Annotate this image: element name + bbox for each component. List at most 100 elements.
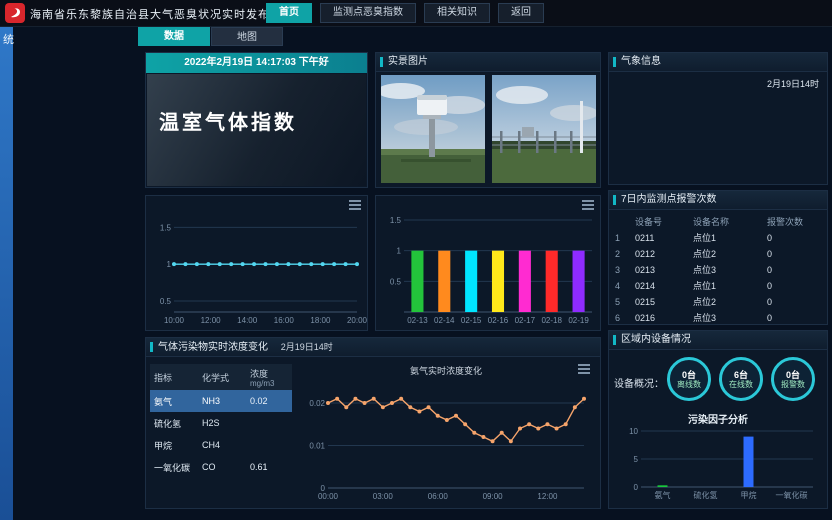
alarm-row-count: 0 [767,230,823,246]
svg-text:5: 5 [634,455,639,464]
gas-panel-date: 2月19日14时 [281,342,333,352]
svg-text:02-14: 02-14 [434,316,455,325]
offline-count-label: 离线数 [677,380,701,389]
device-rings: 0台 离线数 6台 在线数 0台 报警数 [667,357,815,401]
top-bar: 海南省乐东黎族自治县大气恶臭状况实时发布系统 首页 监测点恶臭指数 相关知识 返… [0,0,832,27]
svg-text:02-18: 02-18 [541,316,562,325]
devices-panel-title: 区域内设备情况 [621,334,691,345]
gas-name: 甲烷 [150,439,198,452]
alarm-row-name: 点位1 [693,278,767,294]
gas-col-value: 浓度 mg/m3 [246,367,292,388]
alarm-count-ring: 0台 报警数 [771,357,815,401]
online-count-label: 在线数 [729,380,753,389]
photos-panel-title: 实景图片 [388,56,428,67]
svg-text:02-15: 02-15 [461,316,482,325]
alarm-row-idx: 6 [615,310,635,326]
gas-row-ch4[interactable]: 甲烷 CH4 [150,434,292,456]
alarm-count-label: 报警数 [781,380,805,389]
weather-date: 2月19日14时 [767,77,819,90]
gas-formula: H2S [198,418,246,428]
svg-text:18:00: 18:00 [310,316,331,325]
alarm-row-device: 0216 [635,310,693,326]
alarm-row-name: 点位3 [693,310,767,326]
alarm-row-name: 点位3 [693,262,767,278]
alarm-row-count: 0 [767,278,823,294]
alarm-col-blank [615,214,635,230]
factor-analysis-title: 污染因子分析 [609,411,827,426]
gas-col-value-label: 浓度 [250,369,268,379]
alarm-row-device: 0213 [635,262,693,278]
gas-col-name: 指标 [150,371,198,384]
offline-count-value: 0台 [682,370,696,380]
index-line-chart: 0.511.510:0012:0014:0016:0018:0020:00 [146,210,367,328]
gas-name: 一氧化碳 [150,461,198,474]
greenhouse-banner: 温室气体指数 [147,74,366,186]
svg-text:06:00: 06:00 [428,492,449,501]
chart-toolbox-menu-icon[interactable] [582,200,594,210]
header-accent [380,57,383,67]
alarm-panel: 7日内监测点报警次数 设备号 设备名称 报警次数 1 0211 点位1 0 2 … [608,190,828,325]
header-accent [150,342,153,352]
alarm-col-count: 报警次数 [767,214,823,230]
site-photo-1 [381,75,485,183]
alarm-col-name: 设备名称 [693,214,767,230]
svg-text:03:00: 03:00 [373,492,394,501]
alarm-row-device: 0215 [635,294,693,310]
header-accent [613,335,616,345]
svg-text:10:00: 10:00 [164,316,185,325]
chart-toolbox-menu-icon[interactable] [578,364,590,374]
svg-text:氨气: 氨气 [655,490,671,500]
device-overview-label: 设备概况： [614,375,664,390]
svg-text:09:00: 09:00 [483,492,504,501]
gas-row-nh3[interactable]: 氨气 NH3 0.02 [150,390,292,412]
site-photo-2 [492,75,596,183]
offline-count-ring: 0台 离线数 [667,357,711,401]
svg-text:10: 10 [629,427,638,436]
nav-odor-index-button[interactable]: 监测点恶臭指数 [320,3,416,23]
svg-text:20:00: 20:00 [347,316,367,325]
alarm-row-idx: 5 [615,294,635,310]
gas-row-h2s[interactable]: 硫化氢 H2S [150,412,292,434]
alarm-row-name: 点位2 [693,246,767,262]
alarm-panel-header: 7日内监测点报警次数 [609,191,827,210]
svg-text:02-13: 02-13 [407,316,428,325]
svg-text:0.5: 0.5 [160,297,172,306]
alarm-table: 设备号 设备名称 报警次数 1 0211 点位1 0 2 0212 点位2 0 … [609,214,827,326]
svg-text:0: 0 [634,483,639,492]
index-bar-panel: 0.511.502-1302-1402-1502-1602-1702-1802-… [375,195,601,331]
nav-home-button[interactable]: 首页 [266,3,312,23]
online-count-ring: 6台 在线数 [719,357,763,401]
gas-row-co[interactable]: 一氧化碳 CO 0.61 [150,456,292,478]
alarm-row-count: 0 [767,262,823,278]
chart-toolbox-menu-icon[interactable] [349,200,361,210]
factor-bar-chart: 0510氨气硫化氢甲烷一氧化碳 [617,425,819,501]
svg-text:12:00: 12:00 [537,492,558,501]
nav-back-button[interactable]: 返回 [498,3,544,23]
svg-text:12:00: 12:00 [201,316,222,325]
gas-table: 指标 化学式 浓度 mg/m3 氨气 NH3 0.02 硫化氢 H2S 甲烷 C… [150,364,292,478]
devices-panel: 区域内设备情况 设备概况： 0台 离线数 6台 在线数 0台 报警数 污染因子分… [608,330,828,509]
gas-col-formula: 化学式 [198,371,246,384]
clock-panel-header: 2022年2月19日 14:17:03 下午好 [146,53,367,73]
gas-value: 0.61 [246,462,292,472]
weather-panel: 气象信息 2月19日14时 [608,52,828,185]
gas-formula: NH3 [198,396,246,406]
devices-panel-header: 区域内设备情况 [609,331,827,350]
gas-table-header: 指标 化学式 浓度 mg/m3 [150,364,292,390]
svg-text:硫化氢: 硫化氢 [694,490,718,500]
left-blue-strip [0,26,13,520]
nav-knowledge-button[interactable]: 相关知识 [424,3,490,23]
tab-map[interactable]: 地图 [211,27,283,46]
svg-text:0.02: 0.02 [309,399,325,408]
app-logo-icon [5,3,25,23]
svg-text:02-16: 02-16 [488,316,509,325]
svg-text:1.5: 1.5 [390,216,402,225]
gas-formula: CO [198,462,246,472]
svg-text:1: 1 [397,247,402,256]
alarm-count-value: 0台 [786,370,800,380]
tab-data[interactable]: 数据 [138,27,210,46]
gas-panel-title: 气体污染物实时浓度变化 [158,342,268,353]
alarm-row-count: 0 [767,294,823,310]
header-accent [613,57,616,67]
svg-text:02-19: 02-19 [568,316,589,325]
